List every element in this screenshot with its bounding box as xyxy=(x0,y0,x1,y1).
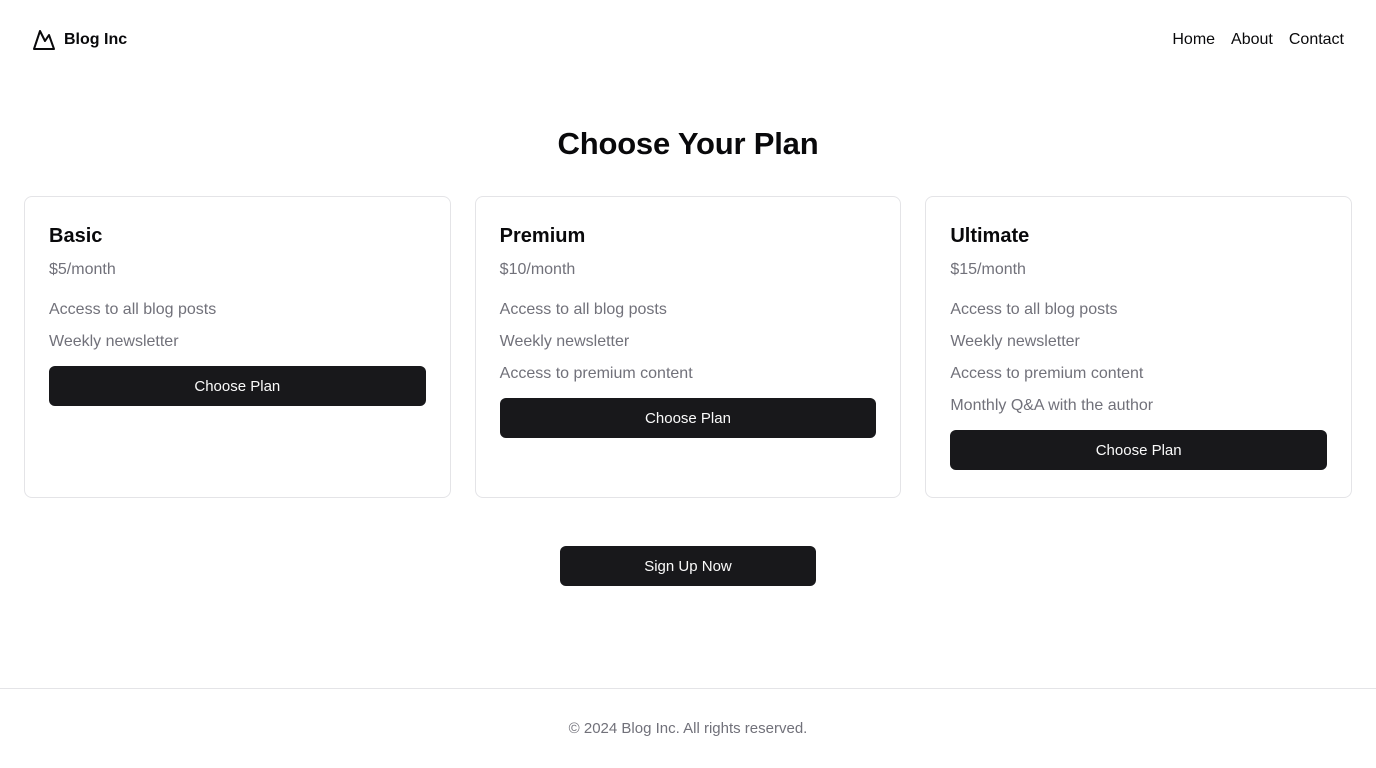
plan-card-basic: Basic $5/month Access to all blog posts … xyxy=(24,196,451,498)
pricing-page: Blog Inc Home About Contact Choose Your … xyxy=(0,0,1376,768)
feature-item: Access to premium content xyxy=(950,365,1144,382)
brand-name: Blog Inc xyxy=(64,31,128,48)
plan-price: $5/month xyxy=(49,261,116,278)
feature-item: Weekly newsletter xyxy=(499,333,630,350)
choose-plan-button-ultimate[interactable]: Choose Plan xyxy=(950,430,1328,470)
feature-item: Access to all blog posts xyxy=(49,301,217,318)
feature-list: Access to all blog posts Weekly newslett… xyxy=(950,298,1327,418)
plan-price: $15/month xyxy=(950,261,1026,278)
feature-list: Access to all blog posts Weekly newslett… xyxy=(500,298,877,386)
plan-card-ultimate: Ultimate $15/month Access to all blog po… xyxy=(925,196,1353,498)
feature-list: Access to all blog posts Weekly newslett… xyxy=(49,298,426,354)
page-title: Choose Your Plan xyxy=(557,126,819,161)
plan-price: $10/month xyxy=(499,261,576,278)
feature-item: Access to premium content xyxy=(499,365,693,382)
sign-up-button[interactable]: Sign Up Now xyxy=(560,546,816,586)
plans-grid: Basic $5/month Access to all blog posts … xyxy=(24,196,1353,498)
brand-link[interactable]: Blog Inc xyxy=(32,28,127,52)
feature-item: Access to all blog posts xyxy=(499,301,667,318)
nav-link-about[interactable]: About xyxy=(1231,29,1273,51)
feature-item: Access to all blog posts xyxy=(950,301,1118,318)
feature-item: Weekly newsletter xyxy=(49,333,179,350)
choose-plan-button-basic[interactable]: Choose Plan xyxy=(49,366,426,406)
feature-item: Weekly newsletter xyxy=(950,333,1080,350)
plan-name: Basic xyxy=(49,225,103,247)
main-nav: Home About Contact xyxy=(1172,29,1344,51)
choose-plan-button-premium[interactable]: Choose Plan xyxy=(499,398,877,438)
copyright-text: © 2024 Blog Inc. All rights reserved. xyxy=(568,720,808,737)
site-header: Blog Inc Home About Contact xyxy=(0,0,1376,80)
plan-card-premium: Premium $10/month Access to all blog pos… xyxy=(474,196,902,498)
nav-link-home[interactable]: Home xyxy=(1172,29,1215,51)
feature-item: Monthly Q&A with the author xyxy=(950,397,1154,414)
plan-name: Premium xyxy=(499,225,586,247)
plan-name: Ultimate xyxy=(950,225,1030,247)
site-footer: © 2024 Blog Inc. All rights reserved. xyxy=(0,688,1376,768)
nav-link-contact[interactable]: Contact xyxy=(1289,29,1344,51)
mountain-icon xyxy=(32,28,56,52)
